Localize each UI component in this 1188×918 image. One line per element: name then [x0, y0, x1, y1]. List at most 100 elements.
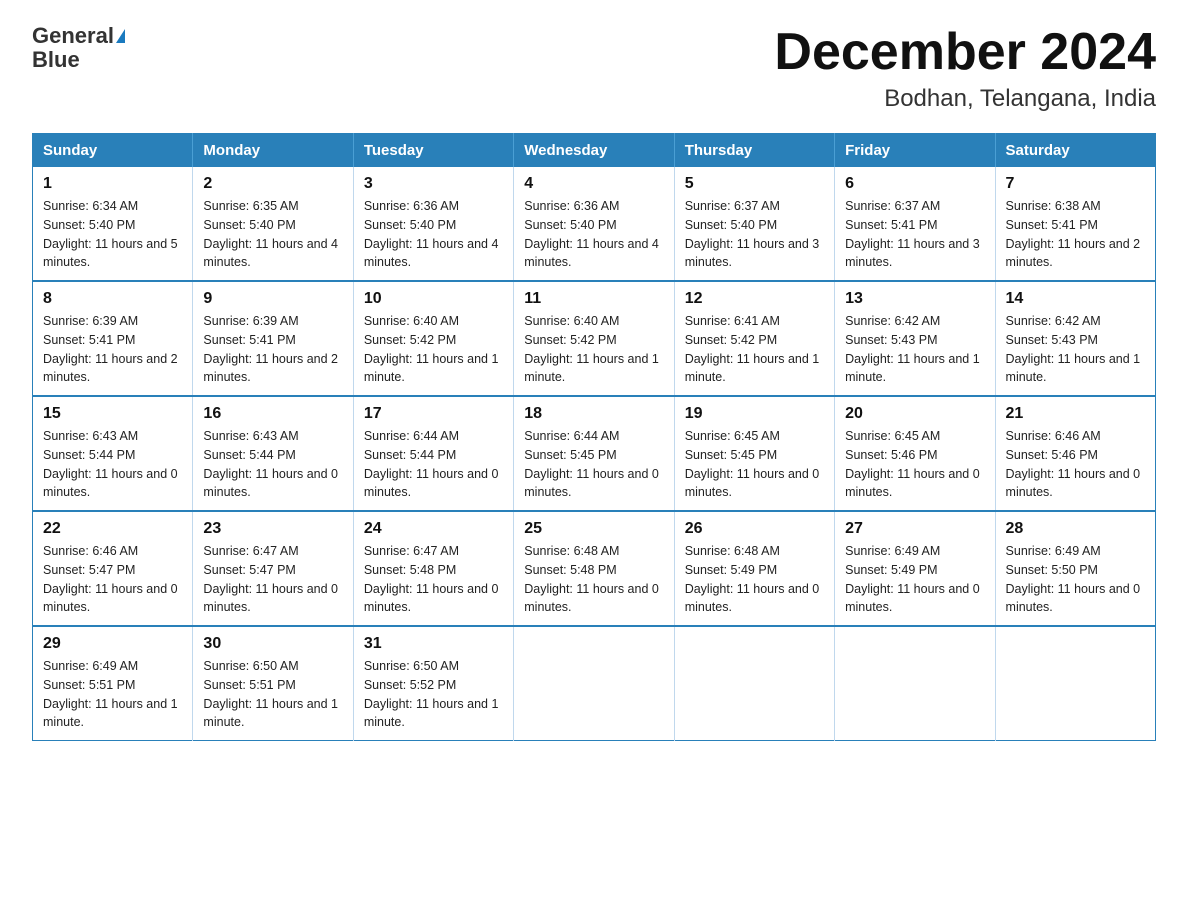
day-info: Sunrise: 6:40 AMSunset: 5:42 PMDaylight:… — [524, 314, 659, 384]
page-header: General Blue December 2024 Bodhan, Telan… — [32, 24, 1156, 113]
table-row: 18 Sunrise: 6:44 AMSunset: 5:45 PMDaylig… — [514, 396, 674, 511]
logo-triangle-icon — [116, 29, 125, 43]
table-row: 29 Sunrise: 6:49 AMSunset: 5:51 PMDaylig… — [33, 626, 193, 741]
table-row: 5 Sunrise: 6:37 AMSunset: 5:40 PMDayligh… — [674, 167, 834, 281]
col-monday: Monday — [193, 134, 353, 168]
table-row: 19 Sunrise: 6:45 AMSunset: 5:45 PMDaylig… — [674, 396, 834, 511]
logo: General Blue — [32, 24, 125, 72]
day-info: Sunrise: 6:45 AMSunset: 5:46 PMDaylight:… — [845, 429, 980, 499]
day-info: Sunrise: 6:40 AMSunset: 5:42 PMDaylight:… — [364, 314, 499, 384]
table-row: 7 Sunrise: 6:38 AMSunset: 5:41 PMDayligh… — [995, 167, 1155, 281]
day-number: 11 — [524, 290, 663, 308]
table-row: 25 Sunrise: 6:48 AMSunset: 5:48 PMDaylig… — [514, 511, 674, 626]
table-row: 24 Sunrise: 6:47 AMSunset: 5:48 PMDaylig… — [353, 511, 513, 626]
title-block: December 2024 Bodhan, Telangana, India — [774, 24, 1156, 113]
day-info: Sunrise: 6:38 AMSunset: 5:41 PMDaylight:… — [1006, 199, 1141, 269]
day-number: 19 — [685, 405, 824, 423]
day-info: Sunrise: 6:49 AMSunset: 5:51 PMDaylight:… — [43, 659, 178, 729]
day-number: 8 — [43, 290, 182, 308]
day-number: 10 — [364, 290, 503, 308]
day-info: Sunrise: 6:49 AMSunset: 5:49 PMDaylight:… — [845, 544, 980, 614]
table-row: 1 Sunrise: 6:34 AMSunset: 5:40 PMDayligh… — [33, 167, 193, 281]
col-saturday: Saturday — [995, 134, 1155, 168]
day-info: Sunrise: 6:36 AMSunset: 5:40 PMDaylight:… — [524, 199, 659, 269]
table-row: 11 Sunrise: 6:40 AMSunset: 5:42 PMDaylig… — [514, 281, 674, 396]
day-info: Sunrise: 6:46 AMSunset: 5:47 PMDaylight:… — [43, 544, 178, 614]
calendar-title: December 2024 — [774, 24, 1156, 81]
day-info: Sunrise: 6:35 AMSunset: 5:40 PMDaylight:… — [203, 199, 338, 269]
calendar-week-row: 15 Sunrise: 6:43 AMSunset: 5:44 PMDaylig… — [33, 396, 1156, 511]
table-row: 22 Sunrise: 6:46 AMSunset: 5:47 PMDaylig… — [33, 511, 193, 626]
day-info: Sunrise: 6:36 AMSunset: 5:40 PMDaylight:… — [364, 199, 499, 269]
table-row: 13 Sunrise: 6:42 AMSunset: 5:43 PMDaylig… — [835, 281, 995, 396]
day-number: 16 — [203, 405, 342, 423]
day-info: Sunrise: 6:37 AMSunset: 5:41 PMDaylight:… — [845, 199, 980, 269]
day-info: Sunrise: 6:39 AMSunset: 5:41 PMDaylight:… — [203, 314, 338, 384]
day-number: 30 — [203, 635, 342, 653]
day-number: 9 — [203, 290, 342, 308]
day-number: 20 — [845, 405, 984, 423]
calendar-header-row: Sunday Monday Tuesday Wednesday Thursday… — [33, 134, 1156, 168]
day-info: Sunrise: 6:49 AMSunset: 5:50 PMDaylight:… — [1006, 544, 1141, 614]
day-info: Sunrise: 6:50 AMSunset: 5:52 PMDaylight:… — [364, 659, 499, 729]
day-number: 1 — [43, 175, 182, 193]
day-number: 28 — [1006, 520, 1145, 538]
day-info: Sunrise: 6:42 AMSunset: 5:43 PMDaylight:… — [845, 314, 980, 384]
table-row: 17 Sunrise: 6:44 AMSunset: 5:44 PMDaylig… — [353, 396, 513, 511]
day-info: Sunrise: 6:50 AMSunset: 5:51 PMDaylight:… — [203, 659, 338, 729]
day-number: 2 — [203, 175, 342, 193]
day-number: 29 — [43, 635, 182, 653]
table-row: 4 Sunrise: 6:36 AMSunset: 5:40 PMDayligh… — [514, 167, 674, 281]
day-info: Sunrise: 6:42 AMSunset: 5:43 PMDaylight:… — [1006, 314, 1141, 384]
table-row: 8 Sunrise: 6:39 AMSunset: 5:41 PMDayligh… — [33, 281, 193, 396]
day-info: Sunrise: 6:44 AMSunset: 5:45 PMDaylight:… — [524, 429, 659, 499]
day-info: Sunrise: 6:43 AMSunset: 5:44 PMDaylight:… — [203, 429, 338, 499]
day-number: 5 — [685, 175, 824, 193]
table-row — [835, 626, 995, 741]
day-info: Sunrise: 6:37 AMSunset: 5:40 PMDaylight:… — [685, 199, 820, 269]
day-number: 22 — [43, 520, 182, 538]
table-row: 27 Sunrise: 6:49 AMSunset: 5:49 PMDaylig… — [835, 511, 995, 626]
table-row — [514, 626, 674, 741]
day-info: Sunrise: 6:45 AMSunset: 5:45 PMDaylight:… — [685, 429, 820, 499]
table-row: 6 Sunrise: 6:37 AMSunset: 5:41 PMDayligh… — [835, 167, 995, 281]
day-number: 7 — [1006, 175, 1145, 193]
day-number: 31 — [364, 635, 503, 653]
table-row: 28 Sunrise: 6:49 AMSunset: 5:50 PMDaylig… — [995, 511, 1155, 626]
day-info: Sunrise: 6:47 AMSunset: 5:47 PMDaylight:… — [203, 544, 338, 614]
col-friday: Friday — [835, 134, 995, 168]
day-info: Sunrise: 6:43 AMSunset: 5:44 PMDaylight:… — [43, 429, 178, 499]
calendar-table: Sunday Monday Tuesday Wednesday Thursday… — [32, 133, 1156, 741]
table-row: 2 Sunrise: 6:35 AMSunset: 5:40 PMDayligh… — [193, 167, 353, 281]
day-info: Sunrise: 6:47 AMSunset: 5:48 PMDaylight:… — [364, 544, 499, 614]
table-row: 20 Sunrise: 6:45 AMSunset: 5:46 PMDaylig… — [835, 396, 995, 511]
table-row: 9 Sunrise: 6:39 AMSunset: 5:41 PMDayligh… — [193, 281, 353, 396]
table-row: 15 Sunrise: 6:43 AMSunset: 5:44 PMDaylig… — [33, 396, 193, 511]
col-sunday: Sunday — [33, 134, 193, 168]
day-info: Sunrise: 6:41 AMSunset: 5:42 PMDaylight:… — [685, 314, 820, 384]
day-number: 17 — [364, 405, 503, 423]
day-number: 21 — [1006, 405, 1145, 423]
day-info: Sunrise: 6:48 AMSunset: 5:49 PMDaylight:… — [685, 544, 820, 614]
day-info: Sunrise: 6:34 AMSunset: 5:40 PMDaylight:… — [43, 199, 178, 269]
col-wednesday: Wednesday — [514, 134, 674, 168]
table-row: 26 Sunrise: 6:48 AMSunset: 5:49 PMDaylig… — [674, 511, 834, 626]
day-info: Sunrise: 6:44 AMSunset: 5:44 PMDaylight:… — [364, 429, 499, 499]
day-info: Sunrise: 6:46 AMSunset: 5:46 PMDaylight:… — [1006, 429, 1141, 499]
day-number: 23 — [203, 520, 342, 538]
table-row: 16 Sunrise: 6:43 AMSunset: 5:44 PMDaylig… — [193, 396, 353, 511]
calendar-week-row: 1 Sunrise: 6:34 AMSunset: 5:40 PMDayligh… — [33, 167, 1156, 281]
calendar-subtitle: Bodhan, Telangana, India — [774, 85, 1156, 113]
calendar-week-row: 8 Sunrise: 6:39 AMSunset: 5:41 PMDayligh… — [33, 281, 1156, 396]
day-number: 27 — [845, 520, 984, 538]
col-thursday: Thursday — [674, 134, 834, 168]
day-number: 18 — [524, 405, 663, 423]
table-row: 21 Sunrise: 6:46 AMSunset: 5:46 PMDaylig… — [995, 396, 1155, 511]
calendar-week-row: 22 Sunrise: 6:46 AMSunset: 5:47 PMDaylig… — [33, 511, 1156, 626]
day-number: 24 — [364, 520, 503, 538]
day-number: 6 — [845, 175, 984, 193]
day-number: 3 — [364, 175, 503, 193]
day-number: 4 — [524, 175, 663, 193]
day-number: 25 — [524, 520, 663, 538]
table-row: 3 Sunrise: 6:36 AMSunset: 5:40 PMDayligh… — [353, 167, 513, 281]
